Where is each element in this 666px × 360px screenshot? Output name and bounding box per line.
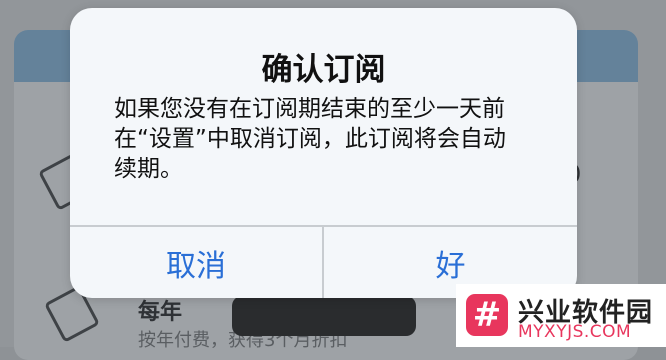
confirm-subscription-alert: 确认订阅 如果您没有在订阅期结束的至少一天前 在“设置”中取消订阅，此订阅将会自… [70,8,577,298]
plan-title: 每年 [138,300,183,325]
alert-message: 如果您没有在订阅期结束的至少一天前 在“设置”中取消订阅，此订阅将会自动 续期。 [114,96,506,182]
background-dark-button [232,296,416,336]
watermark-url: MYXYJS.COM [518,322,632,342]
hash-logo-icon: # [466,294,508,336]
cancel-button[interactable]: 取消 [70,227,322,298]
alert-title: 确认订阅 [261,52,386,88]
watermark: # 兴业软件园 MYXYJS.COM [456,284,666,347]
